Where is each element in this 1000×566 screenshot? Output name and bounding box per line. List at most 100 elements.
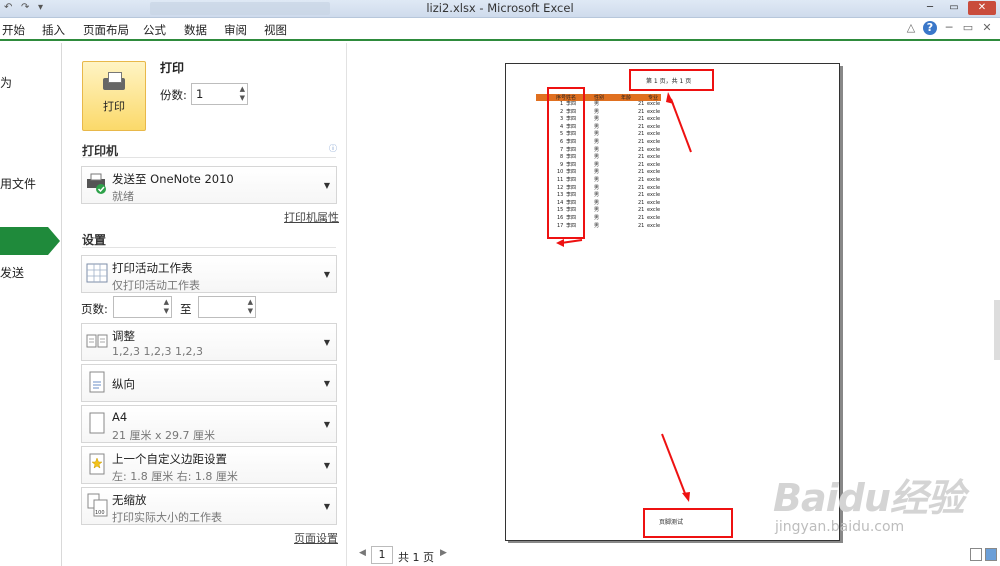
copies-input[interactable]: 1 ▲ ▼: [191, 83, 248, 105]
chevron-down-icon: ▼: [323, 502, 330, 512]
table-cell: 21: [638, 154, 645, 161]
minimize-button[interactable]: ─: [920, 1, 940, 15]
restore-workbook-icon[interactable]: ▭: [961, 21, 975, 35]
table-cell: 男: [594, 131, 600, 138]
table-cell: 男: [594, 222, 600, 229]
print-button[interactable]: 打印: [82, 61, 146, 131]
margins-title: 上一个自定义边距设置: [112, 452, 227, 466]
table-cell: 男: [594, 207, 600, 214]
table-cell: 男: [594, 123, 600, 130]
table-cell: excle: [647, 101, 661, 107]
table-cell: 男: [594, 108, 600, 115]
info-icon[interactable]: ⓘ: [329, 143, 338, 153]
window-controls: ─ ▭ ✕: [920, 1, 996, 15]
table-cell: 21: [638, 146, 645, 153]
orientation-select[interactable]: 纵向 ▼: [81, 364, 337, 402]
arrow-to-rows: [556, 239, 583, 247]
table-cell: 21: [638, 116, 645, 123]
collate-icon: [86, 334, 108, 348]
printer-select[interactable]: 发送至 OneNote 2010 就绪 ▼: [81, 166, 337, 204]
print-what-select[interactable]: 打印活动工作表 仅打印活动工作表 ▼: [81, 255, 337, 293]
table-cell: 21: [638, 161, 645, 168]
pages-from-stepper-icon[interactable]: ▲ ▼: [164, 298, 169, 316]
table-cell: 男: [594, 101, 600, 107]
paper-size-select[interactable]: A4 21 厘米 x 29.7 厘米 ▼: [81, 405, 337, 443]
tab-data[interactable]: 数据: [184, 22, 207, 38]
settings-section-title: 设置: [82, 233, 107, 247]
table-cell: excle: [647, 161, 661, 168]
table-cell: excle: [647, 192, 661, 199]
window-edge: [994, 300, 1000, 360]
table-cell: 男: [594, 199, 600, 206]
paper-icon: [89, 412, 105, 434]
nav-item-send[interactable]: 发送: [0, 264, 24, 281]
preview-view-toggles: [970, 548, 997, 561]
close-button[interactable]: ✕: [968, 1, 996, 15]
pages-from-input[interactable]: ▲ ▼: [113, 296, 172, 318]
collate-sub: 1,2,3 1,2,3 1,2,3: [112, 345, 203, 358]
footer-highlight-box: [643, 508, 733, 538]
ribbon-tabs: 开始 插入 页面布局 公式 数据 审阅 视图 △ ? ─ ▭ ✕: [0, 18, 1000, 41]
svg-text:100: 100: [95, 510, 105, 516]
printer-device-icon: [87, 173, 106, 194]
copies-stepper-icon[interactable]: ▲ ▼: [240, 85, 245, 103]
nav-item-save-as[interactable]: 为: [0, 74, 12, 91]
chevron-down-icon: ▼: [323, 338, 330, 348]
minimize-workbook-icon[interactable]: ─: [942, 21, 956, 35]
table-cell: 21: [638, 192, 645, 199]
table-cell: 男: [594, 176, 600, 183]
table-cell: 男: [594, 169, 600, 176]
table-cell: 21: [638, 169, 645, 176]
tab-review[interactable]: 审阅: [224, 22, 247, 38]
table-cell: 21: [638, 199, 645, 206]
nav-item-print-active[interactable]: [0, 227, 60, 255]
table-cell: excle: [647, 146, 661, 153]
print-what-sub: 仅打印活动工作表: [112, 279, 200, 292]
chevron-down-icon: ▼: [323, 379, 330, 389]
collate-select[interactable]: 调整 1,2,3 1,2,3 1,2,3 ▼: [81, 323, 337, 361]
paper-sub: 21 厘米 x 29.7 厘米: [112, 429, 215, 442]
copies-label: 份数:: [160, 88, 187, 102]
scaling-sub: 打印实际大小的工作表: [112, 511, 222, 524]
tab-view[interactable]: 视图: [264, 22, 287, 38]
nav-item-recent-file[interactable]: 用文件: [0, 175, 36, 192]
table-cell: excle: [647, 131, 661, 138]
watermark-brand: Baidu经验: [773, 476, 965, 520]
title-bar: ↶ ↷ ▾ lizi2.xlsx - Microsoft Excel ─ ▭ ✕: [0, 0, 1000, 18]
pages-to-stepper-icon[interactable]: ▲ ▼: [248, 298, 253, 316]
arrow-to-header: [666, 92, 692, 153]
chevron-down-icon: ▼: [323, 181, 330, 191]
collapse-ribbon-icon[interactable]: △: [904, 21, 918, 35]
zoom-to-page-icon[interactable]: [985, 548, 997, 561]
table-cell: 21: [638, 101, 645, 107]
prev-page-icon[interactable]: ◀: [359, 548, 366, 558]
table-header-cell: 年龄: [621, 95, 632, 101]
show-margins-icon[interactable]: [970, 548, 982, 561]
chevron-down-icon: ▼: [323, 420, 330, 430]
worksheet-icon: [86, 263, 108, 283]
collate-title: 调整: [112, 329, 135, 343]
tab-insert[interactable]: 插入: [42, 22, 65, 38]
tab-page-layout[interactable]: 页面布局: [83, 22, 129, 38]
maximize-button[interactable]: ▭: [944, 1, 964, 15]
chevron-down-icon: ▼: [323, 270, 330, 280]
printer-properties-link[interactable]: 打印机属性: [284, 209, 339, 225]
page-setup-link[interactable]: 页面设置: [294, 530, 338, 546]
tab-formulas[interactable]: 公式: [143, 22, 166, 38]
table-cell: 21: [638, 176, 645, 183]
pages-to-input[interactable]: ▲ ▼: [198, 296, 256, 318]
watermark-url: jingyan.baidu.com: [775, 519, 905, 535]
backstage-nav: 为 用文件 发送: [0, 43, 62, 566]
print-settings-panel: 打印 打印 份数: 1 ▲ ▼ 打印机 ⓘ 发送至 OneNote 2010 就绪…: [62, 43, 347, 566]
printer-status: 就绪: [112, 190, 134, 203]
table-cell: 男: [594, 154, 600, 161]
help-icon[interactable]: ?: [923, 21, 937, 35]
tab-home[interactable]: 开始: [2, 22, 25, 38]
close-workbook-icon[interactable]: ✕: [980, 21, 994, 35]
current-page-input[interactable]: 1: [371, 546, 393, 564]
table-cell: excle: [647, 154, 661, 161]
table-cell: 21: [638, 184, 645, 191]
next-page-icon[interactable]: ▶: [440, 548, 447, 558]
scaling-select[interactable]: 100 无缩放 打印实际大小的工作表 ▼: [81, 487, 337, 525]
margins-select[interactable]: 上一个自定义边距设置 左: 1.8 厘米 右: 1.8 厘米 ▼: [81, 446, 337, 484]
